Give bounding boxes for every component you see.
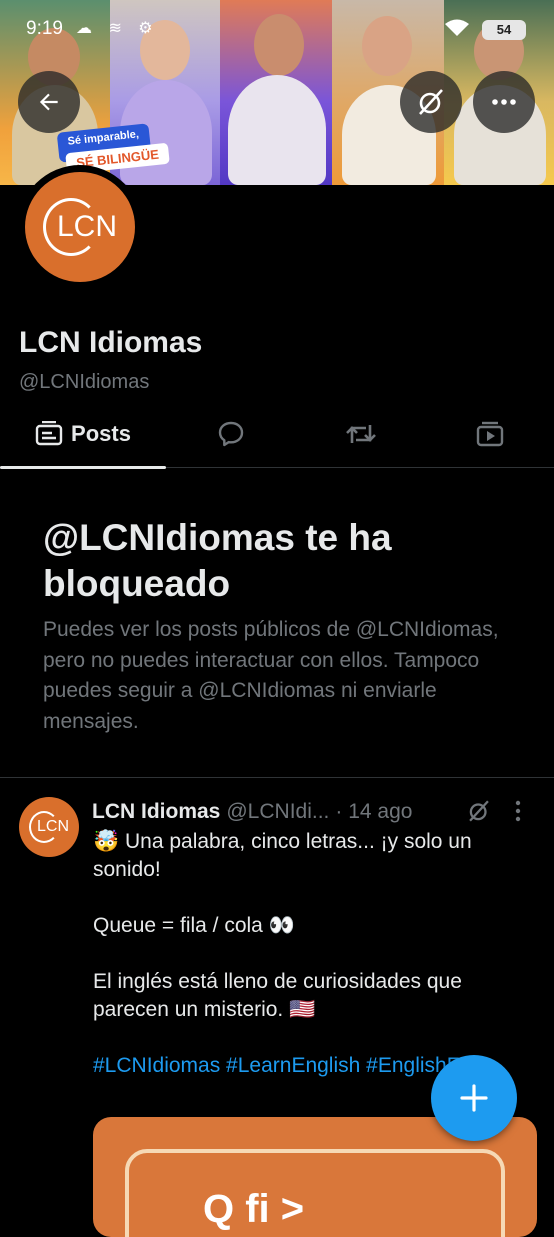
posts-icon (35, 421, 63, 446)
post-line: 🤯 Una palabra, cinco letras... ¡y solo u… (93, 830, 472, 881)
status-notification-icons: ☁ ≋ ⚙ (76, 20, 159, 37)
tab-replies[interactable] (166, 400, 296, 468)
post-author-handle[interactable]: @LCNIdi... (226, 800, 329, 824)
post-text[interactable]: 🤯 Una palabra, cinco letras... ¡y solo u… (93, 828, 533, 1080)
logo-arc (29, 811, 59, 843)
tab-media[interactable] (426, 400, 554, 468)
grok-button[interactable] (400, 71, 462, 133)
post-grok-button[interactable] (466, 798, 492, 829)
media-frame (125, 1149, 505, 1237)
post-more-button[interactable] (514, 800, 522, 827)
compose-button[interactable] (431, 1055, 517, 1141)
banner-person-body (228, 75, 326, 185)
plus-icon (460, 1084, 488, 1112)
back-button[interactable] (18, 71, 80, 133)
profile-handle: @LCNIdiomas (19, 371, 150, 393)
post-author-name[interactable]: LCN Idiomas (92, 800, 220, 824)
tab-posts-label: Posts (71, 421, 131, 446)
profile-avatar[interactable]: LCN (18, 165, 142, 289)
tab-posts[interactable]: Posts (0, 400, 166, 469)
post-header: LCN Idiomas @LCNIdi... · 14 ago (92, 797, 412, 827)
post-timestamp[interactable]: · 14 ago (335, 800, 412, 824)
arrow-left-icon (39, 93, 58, 111)
divider (0, 777, 554, 778)
post-line: El inglés está lleno de curiosidades que… (93, 970, 462, 1021)
grok-icon (469, 800, 489, 822)
active-tab-indicator (0, 466, 166, 469)
blocked-description: Puedes ver los posts públicos de @LCNIdi… (43, 618, 499, 733)
wifi-icon (444, 18, 470, 43)
reply-bubble-icon (218, 421, 244, 447)
logo-arc (43, 198, 99, 256)
media-text: Q fi > (203, 1187, 305, 1231)
more-options-button[interactable] (473, 71, 535, 133)
grok-icon (419, 89, 443, 115)
repost-icon (346, 425, 376, 443)
media-icon (476, 421, 504, 447)
battery-indicator: 54 (482, 20, 526, 40)
more-horizontal-icon (492, 99, 516, 105)
profile-display-name: LCN Idiomas (19, 326, 203, 359)
post-author-avatar[interactable]: LCN (19, 797, 79, 857)
post-line: Queue = fila / cola 👀 (93, 914, 295, 937)
tab-reposts[interactable] (296, 400, 426, 468)
more-vertical-icon (515, 800, 521, 822)
lcn-logo: LCN (25, 172, 135, 282)
status-time: 9:19 (26, 18, 63, 39)
status-bar: 9:19 ☁ ≋ ⚙ 54 (0, 0, 554, 56)
blocked-title: @LCNIdiomas te ha bloqueado (43, 517, 392, 604)
profile-tabs: Posts (0, 400, 554, 469)
